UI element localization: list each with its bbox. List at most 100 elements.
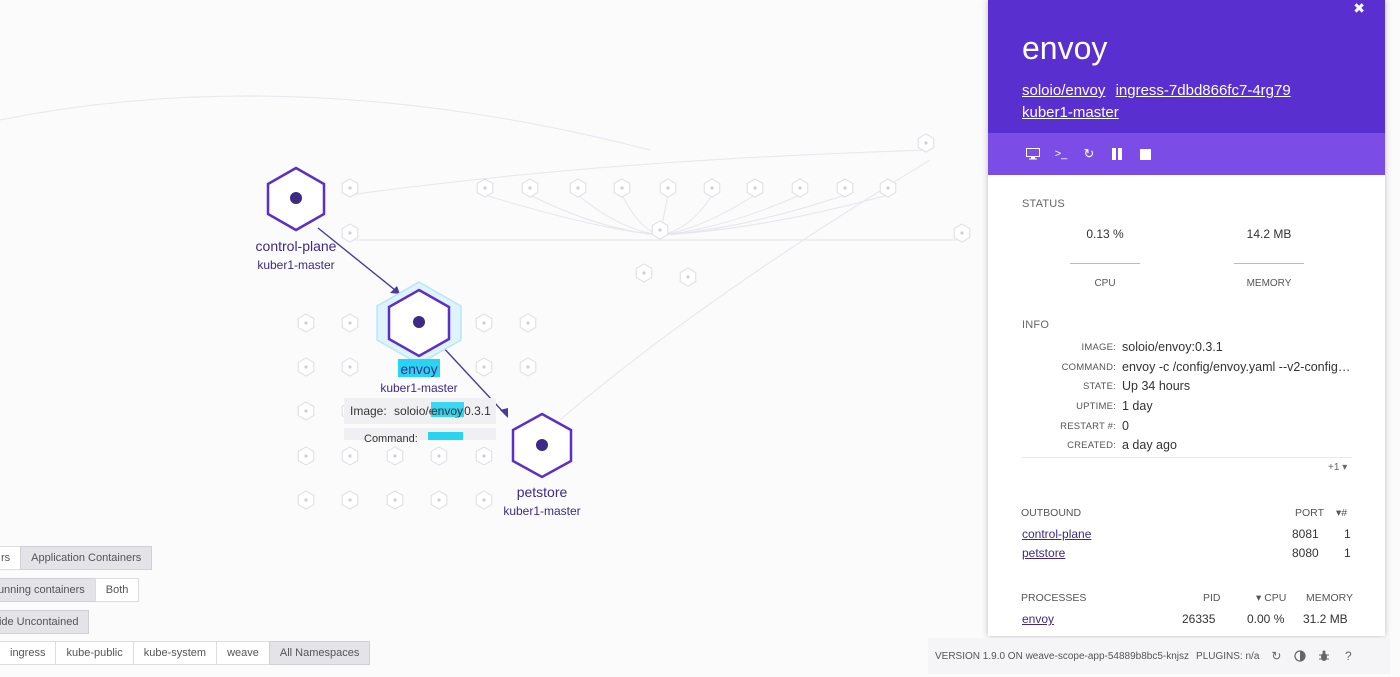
namespace-ingress[interactable]: ingress [0,641,57,665]
info-key: RESTART #: [1060,421,1116,432]
namespace-kube-system[interactable]: kube-system [132,641,218,665]
process-row-name: envoy [1022,612,1054,626]
background-node-dot [658,228,662,232]
memory-header[interactable]: MEMORY [1306,592,1353,604]
count-header-label: # [1341,507,1348,519]
close-icon[interactable]: ✖ [1353,0,1365,17]
option-application-containers[interactable]: Application Containers [20,546,153,570]
contrast-icon[interactable] [1293,649,1307,663]
process-link-envoy[interactable]: envoy [1022,612,1054,626]
link-pod[interactable]: ingress-7dbd866fc7-4rg79 [1116,82,1291,99]
info-key: IMAGE: [1081,342,1116,353]
background-node-dot [348,186,352,190]
outbound-link-petstore[interactable]: petstore [1022,546,1065,560]
background-node-dot [620,186,624,190]
info-row-image: IMAGE: soloio/envoy:0.3.1 [1020,340,1360,354]
background-node-dot [710,186,714,190]
memory-value: 14.2 MB [1246,227,1292,241]
processes-title: PROCESSES [1021,592,1087,604]
background-node-dot [437,454,441,458]
node-petstore[interactable]: petstore kuber1-master [503,412,581,518]
background-node-dot [483,186,487,190]
cpu-label: CPU [1094,278,1116,289]
pause-icon[interactable] [1110,147,1124,161]
refresh-icon[interactable]: ↻ [1269,649,1283,663]
cpu-sparkline [1070,263,1140,264]
outbound-row-port: 8080 [1292,546,1319,560]
background-node-dot [393,498,397,502]
outbound-row-count: 1 [1344,527,1351,541]
background-node-dot [304,365,308,369]
stop-icon[interactable] [1138,147,1152,161]
node-name: control-plane [256,238,337,254]
option-hide-uncontained[interactable]: Hide Uncontained [0,610,90,634]
tooltip-command-label: Command: [364,433,418,445]
option-both[interactable]: Both [94,578,140,602]
background-node-dot [798,186,802,190]
link-image[interactable]: soloio/envoy [1022,82,1105,99]
background-node-dot [348,454,352,458]
background-node-dot [304,321,308,325]
info-title: INFO [1022,319,1050,331]
process-row-cpu: 0.00 % [1247,612,1285,626]
terminal-icon[interactable]: >_ [1054,147,1068,161]
restart-icon[interactable]: ↻ [1082,146,1096,161]
option-running-containers[interactable]: Running containers [0,578,96,602]
background-node-dot [843,186,847,190]
panel-toolbar: >_ ↻ [988,133,1385,175]
pid-header[interactable]: PID [1203,592,1221,604]
background-node-dot [482,454,486,458]
background-node-dot [482,321,486,325]
tooltip-image-post: :0.3.1 [461,404,491,418]
background-node-dot [348,321,352,325]
count-header[interactable]: ▾# [1336,507,1347,519]
topology-graph[interactable]: control-plane kuber1-master envoy kuber1… [0,0,980,677]
background-node-dot [686,275,690,279]
port-header[interactable]: PORT [1295,507,1324,519]
outbound-link-control-plane[interactable]: control-plane [1022,527,1091,541]
background-node-dot [304,454,308,458]
background-node-dot [348,365,352,369]
outbound-row-name: control-plane [1022,527,1091,541]
cpu-metric: 0.13 % CPU [1060,227,1150,289]
tooltip-image-hl-overlay: envoy [431,404,463,418]
status-title: STATUS [1022,198,1065,210]
background-node-dot [753,186,757,190]
bug-icon[interactable] [1317,649,1331,663]
background-node-dot [304,498,308,502]
link-host[interactable]: kuber1-master [1022,104,1119,121]
node-control-plane[interactable]: control-plane kuber1-master [256,166,337,272]
info-value: soloio/envoy:0.3.1 [1122,340,1223,354]
help-icon[interactable]: ? [1341,649,1355,663]
namespace-kube-public[interactable]: kube-public [55,641,134,665]
topology-option-row-2: Running containers Both [0,578,140,602]
panel-relatives: soloio/envoy ingress-7dbd866fc7-4rg79 ku… [1022,80,1352,124]
memory-label: MEMORY [1246,278,1292,289]
namespace-weave[interactable]: weave [216,641,270,665]
node-host: kuber1-master [380,381,457,395]
node-host: kuber1-master [257,258,334,272]
background-node-dot [886,186,890,190]
background-node-dot [528,186,532,190]
info-key: COMMAND: [1061,362,1116,373]
cpu-header[interactable]: ▾ CPU [1256,592,1286,604]
background-node-dot [437,498,441,502]
plugins-text: PLUGINS: n/a [1196,650,1260,662]
background-node-dot [348,498,352,502]
info-row-state: STATE: Up 34 hours [1020,379,1360,393]
memory-metric: 14.2 MB MEMORY [1224,227,1314,289]
namespace-all[interactable]: All Namespaces [268,641,371,665]
info-key: STATE: [1082,381,1116,392]
svg-text:Image: soloio/envoy:0.3.: Image: soloio/envoy:0.3.1 [350,404,491,418]
option-containers-partial[interactable]: rs [0,546,22,570]
monitor-icon[interactable] [1026,147,1040,161]
info-row-uptime: UPTIME: 1 day [1020,399,1360,413]
memory-sparkline [1234,263,1304,264]
node-envoy[interactable]: envoy kuber1-master [376,281,462,395]
show-more-button[interactable]: +1 ▾ [1328,462,1347,473]
info-value: a day ago [1122,438,1177,452]
info-value: 1 day [1122,399,1153,413]
background-node-dot [960,231,964,235]
info-value: envoy -c /config/envoy.yaml --v2-config-… [1122,360,1352,374]
background-node-dot [482,365,486,369]
